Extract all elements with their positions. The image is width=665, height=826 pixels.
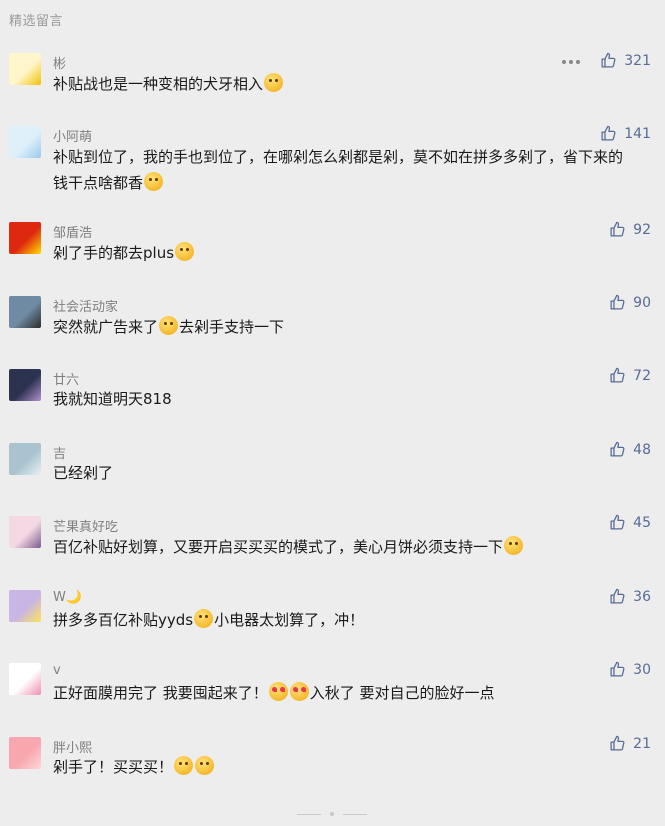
section-title: 精选留言 xyxy=(9,14,64,29)
comment-nickname[interactable]: 小阿萌 xyxy=(53,126,92,145)
comment-text-continued: 入秋了 要对自己的脸好一点 xyxy=(309,684,495,702)
like-count: 45 xyxy=(633,514,651,531)
avatar[interactable] xyxy=(9,443,41,475)
thumbs-up-icon xyxy=(609,441,633,458)
comment-content: 剁了手的都去plus xyxy=(53,240,625,266)
like-button[interactable]: 21 xyxy=(609,735,651,752)
comment-nickname[interactable]: 社会活动家 xyxy=(53,296,118,315)
like-button[interactable]: 48 xyxy=(609,441,651,458)
comment-text: 剁手了！买买买！ xyxy=(53,758,174,776)
thumbs-up-icon xyxy=(609,735,633,752)
like-count: 30 xyxy=(633,661,651,678)
like-count: 141 xyxy=(624,125,651,142)
grin-emoji xyxy=(194,609,214,628)
avatar[interactable] xyxy=(9,737,41,769)
pager-line-left xyxy=(297,813,321,815)
comment-nickname[interactable]: 彬 xyxy=(53,53,66,72)
thumbs-up-icon xyxy=(600,125,624,142)
thinking-emoji xyxy=(159,316,179,335)
avatar[interactable] xyxy=(9,126,41,158)
like-button[interactable]: 90 xyxy=(609,294,651,311)
avatar[interactable] xyxy=(9,222,41,254)
tongue-emoji xyxy=(504,536,524,555)
like-count: 90 xyxy=(633,294,651,311)
comment-nickname[interactable]: 芒果真好吃 xyxy=(53,516,118,535)
cool-emoji xyxy=(174,756,194,775)
comment-text: 突然就广告来了 xyxy=(53,318,159,336)
like-button[interactable]: 321 xyxy=(600,52,651,69)
comment-content: 我就知道明天818 xyxy=(53,386,625,412)
comment-nickname[interactable]: v xyxy=(53,663,61,678)
avatar[interactable] xyxy=(9,590,41,622)
avatar[interactable] xyxy=(9,53,41,85)
comment-content: 正好面膜用完了 我要囤起来了！ 入秋了 要对自己的脸好一点 xyxy=(53,680,625,706)
comment-text: 拼多多百亿补贴yyds xyxy=(53,611,194,629)
more-dots-icon[interactable] xyxy=(562,55,580,69)
comment-content: 补贴到位了，我的手也到位了，在哪剁怎么剁都是剁，莫不如在拼多多剁了，省下来的钱干… xyxy=(53,144,625,196)
comment-nickname[interactable]: 邹盾浩 xyxy=(53,222,92,241)
comment-text: 剁了手的都去plus xyxy=(53,244,175,262)
page-indicator xyxy=(297,812,367,816)
comment-text: 我就知道明天818 xyxy=(53,390,172,408)
smile-emoji xyxy=(264,73,284,92)
grin-emoji xyxy=(175,242,195,261)
comment-content: 已经剁了 xyxy=(53,460,625,486)
like-button[interactable]: 92 xyxy=(609,221,651,238)
thumbs-up-icon xyxy=(600,52,624,69)
like-count: 48 xyxy=(633,441,651,458)
comment-content: 补贴战也是一种变相的犬牙相入 xyxy=(53,71,625,97)
thumbs-up-icon xyxy=(609,588,633,605)
thumbs-up-icon xyxy=(609,514,633,531)
comment-text: 补贴到位了，我的手也到位了，在哪剁怎么剁都是剁，莫不如在拼多多剁了，省下来的钱干… xyxy=(53,148,624,192)
heart-eyes-emoji xyxy=(268,682,288,701)
heart-eyes-emoji xyxy=(289,682,309,701)
like-count: 321 xyxy=(624,52,651,69)
comment-content: 百亿补贴好划算，又要开启买买买的模式了，美心月饼必须支持一下 xyxy=(53,534,625,560)
comment-content: 剁手了！买买买！ xyxy=(53,754,625,780)
avatar[interactable] xyxy=(9,296,41,328)
like-count: 72 xyxy=(633,367,651,384)
thumbs-up-icon xyxy=(609,367,633,384)
like-count: 36 xyxy=(633,588,651,605)
thumbs-up-icon xyxy=(609,294,633,311)
like-count: 92 xyxy=(633,221,651,238)
comment-text: 补贴战也是一种变相的犬牙相入 xyxy=(53,75,264,93)
comment-text-continued: 小电器太划算了，冲！ xyxy=(214,611,365,629)
comment-content: 突然就广告来了 去剁手支持一下 xyxy=(53,314,625,340)
cool-emoji xyxy=(195,756,215,775)
pager-line-right xyxy=(343,813,367,815)
like-button[interactable]: 141 xyxy=(600,125,651,142)
comment-text: 正好面膜用完了 我要囤起来了！ xyxy=(53,684,268,702)
comment-nickname[interactable]: W🌙 xyxy=(53,590,82,605)
avatar[interactable] xyxy=(9,663,41,695)
like-button[interactable]: 36 xyxy=(609,588,651,605)
like-button[interactable]: 30 xyxy=(609,661,651,678)
thumbs-up-icon xyxy=(609,221,633,238)
thumbs-up-icon xyxy=(609,661,633,678)
pager-dot xyxy=(330,812,334,816)
comment-text: 已经剁了 xyxy=(53,464,114,482)
comment-text: 百亿补贴好划算，又要开启买买买的模式了，美心月饼必须支持一下 xyxy=(53,538,504,556)
like-count: 21 xyxy=(633,735,651,752)
avatar[interactable] xyxy=(9,516,41,548)
comment-content: 拼多多百亿补贴yyds 小电器太划算了，冲！ xyxy=(53,607,625,633)
comment-text-continued: 去剁手支持一下 xyxy=(179,318,285,336)
avatar[interactable] xyxy=(9,369,41,401)
like-button[interactable]: 45 xyxy=(609,514,651,531)
grin-emoji xyxy=(144,172,164,191)
like-button[interactable]: 72 xyxy=(609,367,651,384)
